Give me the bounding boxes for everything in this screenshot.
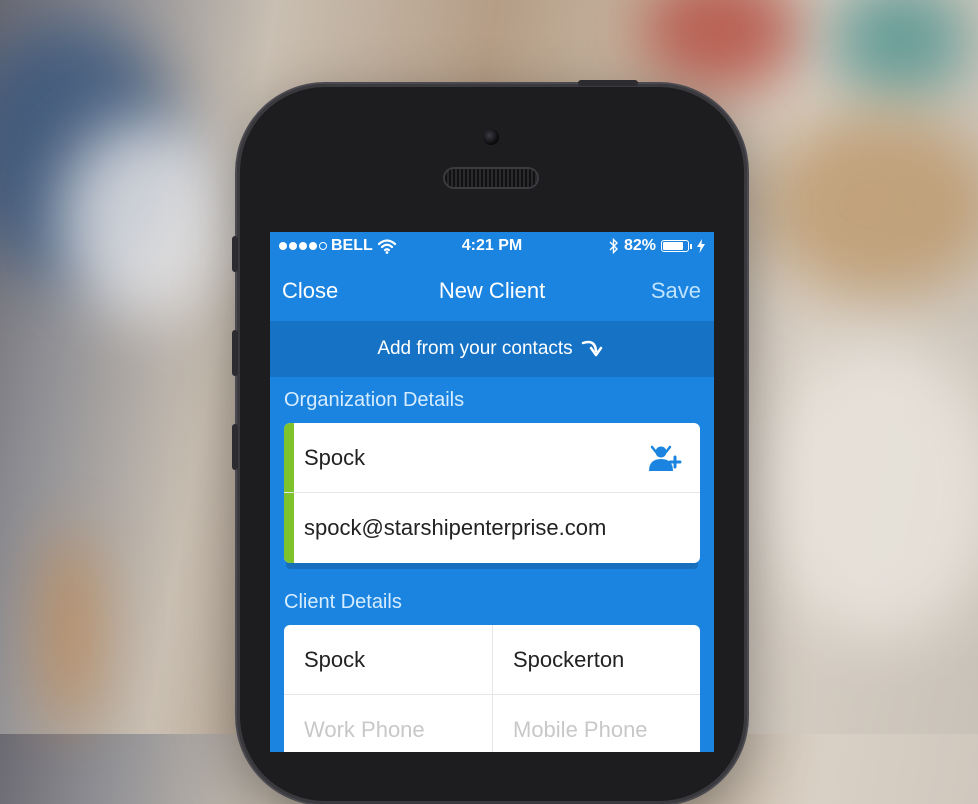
client-details-heading: Client Details xyxy=(284,591,402,613)
client-phone-row xyxy=(284,695,700,752)
navigation-bar: Close New Client Save xyxy=(270,262,714,320)
first-name-cell xyxy=(284,625,492,695)
battery-tip xyxy=(690,243,692,249)
background-blur-pencil xyxy=(40,530,100,730)
earpiece-speaker xyxy=(445,169,537,187)
add-from-contacts-button[interactable]: Add from your contacts xyxy=(270,321,714,377)
work-phone-input[interactable] xyxy=(304,695,484,752)
add-from-contacts-label: Add from your contacts xyxy=(377,338,573,359)
add-person-icon[interactable] xyxy=(646,443,682,473)
phone-side-button-volume-down xyxy=(232,424,238,470)
organization-email-input[interactable] xyxy=(304,493,684,563)
last-name-cell xyxy=(492,625,700,695)
background-blur-paper xyxy=(760,340,978,640)
status-right: 82% xyxy=(609,237,705,255)
battery-icon xyxy=(661,240,689,252)
mobile-phone-input[interactable] xyxy=(513,695,693,752)
background-blur-wood xyxy=(760,110,978,300)
organization-details-heading: Organization Details xyxy=(284,389,465,411)
first-name-input[interactable] xyxy=(304,625,484,695)
bluetooth-icon xyxy=(609,238,618,254)
curved-arrow-down-icon xyxy=(581,340,602,357)
page-title: New Client xyxy=(438,278,546,303)
background-blur-teal xyxy=(830,0,970,100)
status-bar: BELL 4:21 PM 82% xyxy=(270,232,714,262)
phone-side-button-volume-up xyxy=(232,330,238,376)
background-blur-red xyxy=(640,0,800,90)
battery-percent: 82% xyxy=(623,237,656,254)
phone-screen: BELL 4:21 PM 82% Close New Client Save A… xyxy=(270,232,714,752)
organization-name-row xyxy=(284,423,700,493)
client-card xyxy=(284,625,700,752)
phone-top-button xyxy=(578,80,638,86)
background-blur-light xyxy=(60,120,240,320)
battery-fill xyxy=(663,242,683,250)
client-name-row xyxy=(284,625,700,695)
save-button[interactable]: Save xyxy=(651,278,701,304)
last-name-input[interactable] xyxy=(513,625,693,695)
organization-card xyxy=(284,423,700,563)
organization-email-row xyxy=(284,493,700,563)
phone-side-button-mute xyxy=(232,236,238,272)
work-phone-cell xyxy=(284,695,492,752)
front-camera xyxy=(483,129,499,145)
mobile-phone-cell xyxy=(492,695,700,752)
organization-name-input[interactable] xyxy=(304,423,644,493)
charging-icon xyxy=(697,239,705,253)
